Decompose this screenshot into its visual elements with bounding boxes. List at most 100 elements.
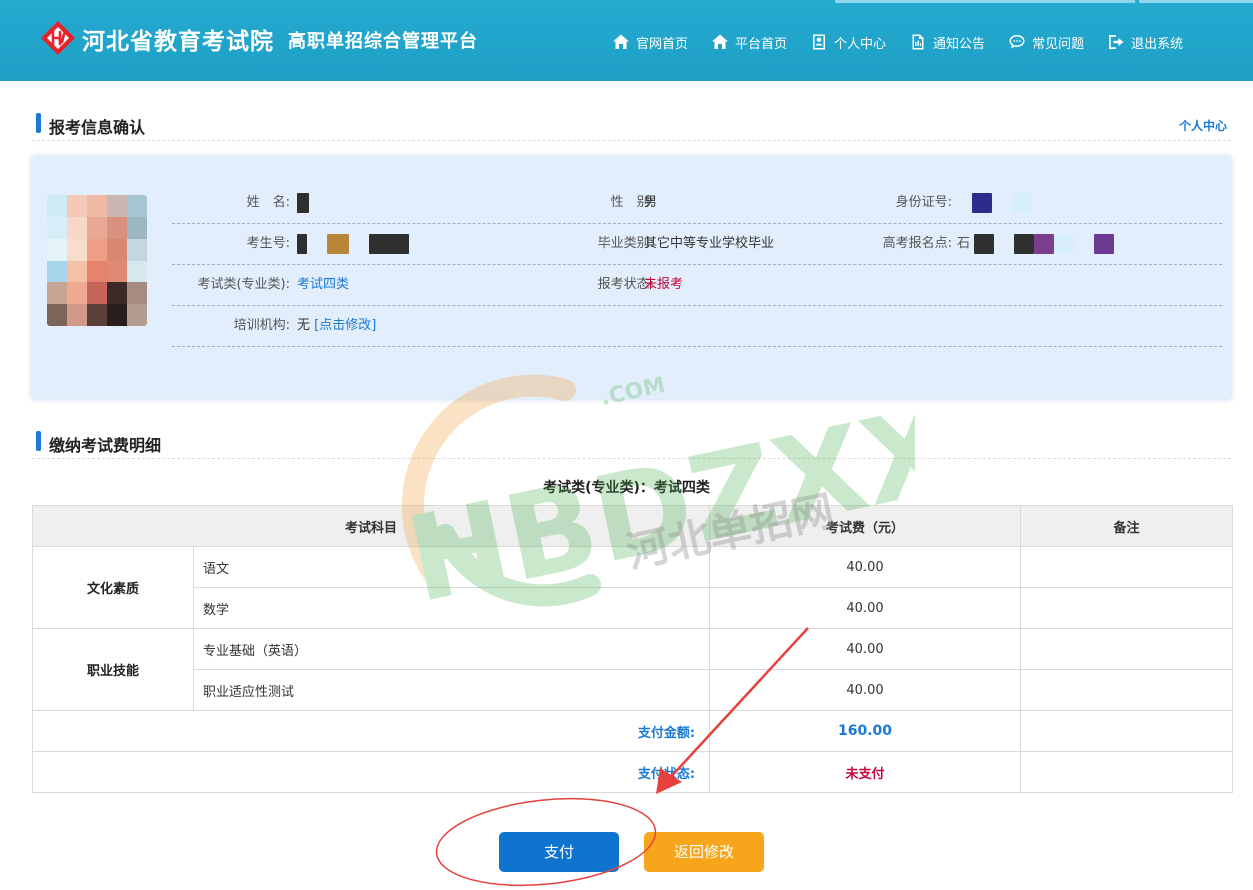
exam-authority-logo-icon — [41, 21, 75, 55]
photo-mosaic-block — [127, 195, 147, 217]
nav-platform-home[interactable]: 平台首页 — [711, 33, 787, 52]
remark-cell — [1020, 710, 1234, 752]
total-label: 支付金额: — [31, 710, 711, 752]
photo-mosaic-block — [87, 260, 107, 283]
nav-label: 平台首页 — [735, 36, 788, 52]
info-row: 姓 名: 性 别: 男 身份证号: — [172, 183, 1222, 224]
fee-table: 考试科目 考试费（元） 备注 文化素质 语文 40.00 数学 40.00 职业… — [31, 505, 1234, 793]
registration-site-label: 高考报名点: — [882, 236, 952, 251]
subject-cell: 语文 — [192, 546, 711, 588]
nav-label: 常见问题 — [1032, 36, 1085, 52]
nav-label: 退出系统 — [1131, 36, 1184, 52]
photo-mosaic-block — [107, 238, 127, 261]
home-icon — [712, 34, 729, 49]
info-row: 考试类(专业类): 考试四类 报考状态: 未报考 — [172, 265, 1222, 306]
nav-label: 个人中心 — [834, 36, 887, 52]
photo-mosaic-block — [107, 304, 127, 326]
fee-cell: 40.00 — [709, 546, 1022, 588]
graduation-type-value: 其它中等专业学校毕业 — [644, 236, 775, 251]
photo-mosaic-block — [107, 195, 127, 217]
applicant-info-panel: 姓 名: 性 别: 男 身份证号: 考生号: 毕业类别: 其它中等专业学校毕业 … — [32, 157, 1231, 399]
subject-cell: 数学 — [192, 587, 711, 629]
fee-section-header: 缴纳考试费明细 — [32, 423, 1231, 459]
subject-cell: 专业基础（英语） — [192, 628, 711, 670]
fee-caption: 考试类(专业类)：考试四类 — [543, 480, 710, 496]
photo-mosaic-block — [47, 304, 67, 326]
photo-mosaic-block — [127, 238, 147, 261]
remark-cell — [1020, 546, 1234, 588]
header-accent-line — [835, 0, 1135, 3]
remark-header: 备注 — [1020, 505, 1234, 547]
table-row: 文化素质 语文 40.00 — [32, 546, 1234, 629]
confirm-section-header: 报考信息确认 个人中心 — [32, 105, 1231, 141]
remark-cell — [1020, 628, 1234, 670]
photo-mosaic-block — [67, 216, 87, 239]
id-number-value-redacted — [972, 183, 1032, 223]
back-to-edit-button[interactable]: 返回修改 — [644, 832, 764, 872]
name-value-redacted — [297, 183, 309, 223]
photo-mosaic-block — [47, 282, 67, 305]
photo-mosaic-block — [87, 238, 107, 261]
registration-status-value: 未报考 — [644, 277, 684, 292]
fee-cell: 40.00 — [709, 669, 1022, 711]
top-header: 河北省教育考试院 高职单招综合管理平台 官网首页 平台首页 个人中心 通知公告 … — [0, 0, 1253, 81]
total-row: 支付金额: 160.00 — [31, 710, 1234, 752]
photo-mosaic-block — [107, 216, 127, 239]
nav-official-home[interactable]: 官网首页 — [612, 33, 688, 52]
pay-button[interactable]: 支付 — [499, 832, 619, 872]
id-number-label: 身份证号: — [895, 195, 952, 210]
photo-mosaic-block — [67, 304, 87, 326]
table-header-row: 考试科目 考试费（元） 备注 — [31, 505, 1234, 547]
table-row: 职业技能 专业基础（英语） 40.00 — [32, 628, 1234, 711]
site-prefix: 石 — [957, 236, 971, 251]
payment-status-row: 支付状态: 未支付 — [31, 751, 1234, 793]
nav-notices[interactable]: 通知公告 — [909, 33, 985, 52]
top-nav: 官网首页 平台首页 个人中心 通知公告 常见问题 退出系统 — [612, 30, 1183, 54]
photo-mosaic-block — [127, 216, 147, 239]
fee-cell: 40.00 — [709, 628, 1022, 670]
platform-subtitle: 高职单招综合管理平台 — [288, 31, 478, 52]
training-org-value: 无 [点击修改] — [297, 306, 376, 346]
exam-category-label: 考试类(专业类): — [197, 277, 290, 292]
subject-cell: 职业适应性测试 — [192, 669, 711, 711]
applicant-photo — [47, 195, 147, 326]
header-accent-line — [1139, 0, 1253, 3]
payment-status-value: 未支付 — [709, 751, 1022, 793]
remark-cell — [1020, 751, 1234, 793]
nav-faq[interactable]: 常见问题 — [1008, 33, 1084, 52]
nav-label: 官网首页 — [636, 36, 689, 52]
photo-mosaic-block — [87, 195, 107, 217]
photo-mosaic-block — [67, 282, 87, 305]
nav-label: 通知公告 — [933, 36, 986, 52]
fee-section-title: 缴纳考试费明细 — [49, 436, 162, 455]
fee-cell: 40.00 — [709, 587, 1022, 629]
photo-mosaic-block — [127, 304, 147, 326]
total-value: 160.00 — [709, 710, 1022, 752]
personal-center-link[interactable]: 个人中心 — [1179, 117, 1227, 134]
photo-mosaic-block — [87, 282, 107, 305]
group-cell: 职业技能 — [32, 628, 194, 711]
nav-logout[interactable]: 退出系统 — [1107, 33, 1183, 52]
table-row: 数学 40.00 — [33, 587, 1234, 629]
training-org-label: 培训机构: — [233, 318, 290, 333]
gender-label: 性 别: — [610, 195, 654, 210]
gender-value: 男 — [644, 195, 658, 210]
remark-cell — [1020, 669, 1234, 711]
nav-personal-center[interactable]: 个人中心 — [810, 33, 886, 52]
photo-mosaic-block — [87, 216, 107, 239]
exam-number-label: 考生号: — [246, 236, 290, 251]
photo-mosaic-block — [67, 260, 87, 283]
confirm-section-title: 报考信息确认 — [49, 118, 146, 137]
photo-mosaic-block — [47, 216, 67, 239]
group-cell: 文化素质 — [32, 546, 194, 629]
photo-mosaic-block — [47, 195, 67, 217]
exam-number-value-redacted — [297, 224, 409, 264]
photo-mosaic-block — [127, 282, 147, 305]
edit-training-link[interactable]: [点击修改] — [314, 318, 376, 333]
registration-status-label: 报考状态: — [597, 277, 654, 292]
brand-title: 河北省教育考试院 — [82, 29, 274, 55]
photo-mosaic-block — [47, 238, 67, 261]
photo-mosaic-block — [87, 304, 107, 326]
section-marker — [36, 113, 41, 133]
registration-site-value-redacted: 石 — [957, 224, 1115, 264]
